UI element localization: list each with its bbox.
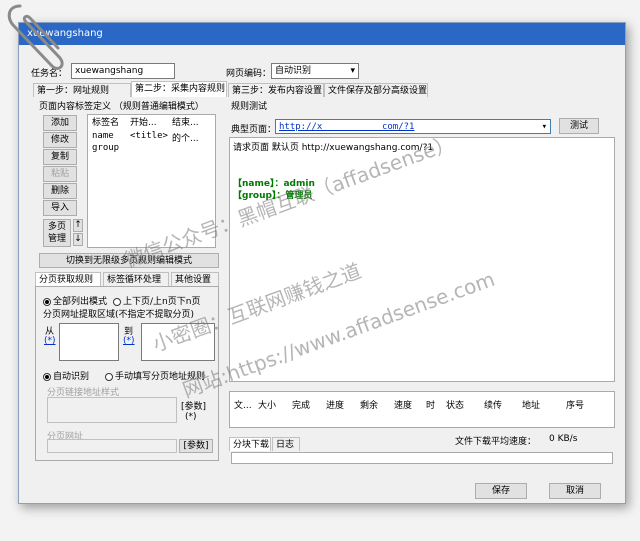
mode-prev-next-radio[interactable]: 上下页/上n页下n页 <box>113 294 200 307</box>
to-param-link[interactable]: (*) <box>123 336 135 346</box>
subtab-paging[interactable]: 分页获取规则 <box>35 272 101 286</box>
col-header-index[interactable]: 序号 <box>566 398 584 414</box>
row-name: name <box>92 131 114 141</box>
col-header-progress[interactable]: 进度 <box>326 398 344 414</box>
col-header-start[interactable]: 开始... <box>130 115 157 131</box>
copy-button[interactable]: 复制 <box>43 149 77 165</box>
typical-page-label: 典型页面： <box>231 125 277 135</box>
subtab-loop[interactable]: 标签循环处理 <box>103 272 169 286</box>
cancel-button[interactable]: 取消 <box>549 483 601 499</box>
page-url-input[interactable] <box>47 439 177 453</box>
delete-button[interactable]: 删除 <box>43 183 77 199</box>
multipage-manage-button[interactable]: 多页 管理 <box>43 219 71 247</box>
star-label: (*) <box>185 412 197 422</box>
import-button[interactable]: 导入 <box>43 200 77 216</box>
link-style-input[interactable] <box>47 397 177 423</box>
tab-content-rules[interactable]: 第二步：采集内容规则 <box>131 81 227 97</box>
col-header-resume[interactable]: 续传 <box>484 398 502 414</box>
range-label: 分页网址提取区域(不指定不提取分页) <box>43 310 195 320</box>
radio-icon <box>113 297 121 306</box>
auto-detect-radio[interactable]: 自动识别 <box>43 369 89 382</box>
move-up-button[interactable]: ↑ <box>73 219 83 232</box>
col-header-time[interactable]: 时 <box>426 398 435 414</box>
col-header-name[interactable]: 标签名 <box>92 115 119 131</box>
encoding-select[interactable]: 自动识别 ▾ <box>271 63 359 79</box>
move-down-button[interactable]: ↓ <box>73 233 83 246</box>
tab-log[interactable]: 日志 <box>272 437 300 451</box>
col-header-speed[interactable]: 速度 <box>394 398 412 414</box>
mode-all-radio[interactable]: 全部列出模式 <box>43 294 107 307</box>
encoding-label: 网页编码： <box>226 69 272 79</box>
tab-publish-settings[interactable]: 第三步：发布内容设置 <box>228 83 324 97</box>
col-header-file[interactable]: 文... <box>234 398 252 414</box>
radio-icon <box>43 372 51 381</box>
table-row[interactable]: group <box>88 143 215 155</box>
from-input[interactable] <box>59 323 119 361</box>
subtab-other[interactable]: 其他设置 <box>171 272 219 286</box>
col-header-status[interactable]: 状态 <box>446 398 464 414</box>
rule-test-title: 规则测试 <box>231 102 268 112</box>
tab-chunk-download[interactable]: 分块下载 <box>229 437 271 451</box>
col-header-end[interactable]: 结束... <box>172 115 199 131</box>
paste-button[interactable]: 粘贴 <box>43 166 77 182</box>
add-button[interactable]: 添加 <box>43 115 77 131</box>
paperclip-icon <box>7 4 64 70</box>
typical-page-input[interactable]: http://x___________com/?1 ▾ <box>275 119 551 134</box>
typical-page-value: http://x___________com/?1 <box>279 122 415 132</box>
avg-speed-value: 0 KB/s <box>549 434 578 444</box>
tag-section-title: 页面内容标签定义 （规则普通编辑模式） <box>39 102 204 112</box>
table-row[interactable]: name <title> 的个... <box>88 131 215 144</box>
row-name: group <box>92 143 120 153</box>
row-start: <title> <box>130 131 168 141</box>
edit-button[interactable]: 修改 <box>43 132 77 148</box>
test-button[interactable]: 测试 <box>559 118 599 134</box>
col-header-done[interactable]: 完成 <box>292 398 310 414</box>
task-window: xuewangshang 任务名： xuewangshang 网页编码： 自动识… <box>18 22 626 504</box>
download-progress-bar <box>231 452 613 464</box>
col-header-address[interactable]: 地址 <box>522 398 540 414</box>
tab-file-save[interactable]: 文件保存及部分高级设置 <box>324 83 428 97</box>
encoding-value: 自动识别 <box>275 66 312 76</box>
from-param-link[interactable]: (*) <box>44 336 56 346</box>
window-title: xuewangshang <box>19 23 625 45</box>
save-button[interactable]: 保存 <box>475 483 527 499</box>
task-name-input[interactable]: xuewangshang <box>71 63 175 79</box>
param-button[interactable]: [参数] <box>179 439 213 453</box>
col-header-size[interactable]: 大小 <box>258 398 276 414</box>
avg-speed-label: 文件下载平均速度： <box>455 437 537 447</box>
download-table[interactable]: 文... 大小 完成 进度 剩余 速度 时 状态 续传 地址 序号 <box>229 391 615 428</box>
col-header-remaining[interactable]: 剩余 <box>360 398 378 414</box>
radio-icon <box>43 297 51 306</box>
chevron-down-icon: ▾ <box>350 66 355 76</box>
radio-icon <box>105 372 113 381</box>
chevron-down-icon[interactable]: ▾ <box>542 120 547 134</box>
tab-url-rules[interactable]: 第一步：网址规则 <box>33 83 131 97</box>
